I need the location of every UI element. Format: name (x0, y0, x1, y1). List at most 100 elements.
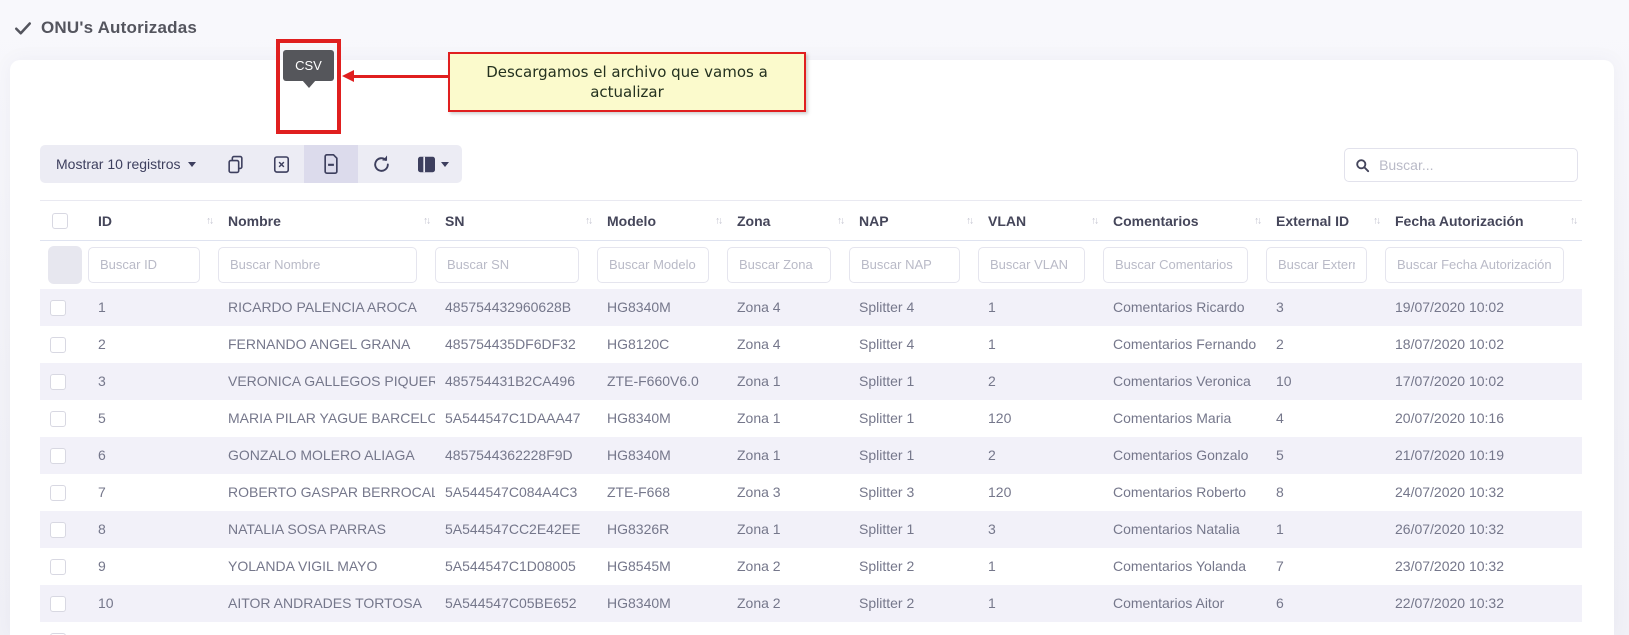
sort-icon: ↑↓ (1373, 215, 1379, 226)
cell-nap: Splitter 2 (849, 548, 978, 585)
row-checkbox-cell (40, 585, 88, 622)
cell-comentarios: Comentarios Fernando (1103, 326, 1266, 363)
filter-input-vlan[interactable] (978, 247, 1085, 283)
column-header-zona[interactable]: Zona↑↓ (727, 201, 849, 241)
cell-modelo: HG8340M (597, 622, 727, 635)
table-row: 9YOLANDA VIGIL MAYO5A544547C1D08005HG854… (40, 548, 1582, 585)
columns-icon (417, 156, 436, 173)
row-checkbox[interactable] (50, 374, 66, 390)
filter-input-id[interactable] (88, 247, 200, 283)
column-header-modelo[interactable]: Modelo↑↓ (597, 201, 727, 241)
cell-id: 5 (88, 400, 218, 437)
cell-modelo: HG8340M (597, 585, 727, 622)
cell-external_id: 5 (1266, 437, 1385, 474)
cell-vlan: 120 (978, 400, 1103, 437)
cell-external_id: 10 (1266, 363, 1385, 400)
filter-input-zona[interactable] (727, 247, 831, 283)
column-header-id[interactable]: ID↑↓ (88, 201, 218, 241)
csv-button[interactable] (304, 145, 358, 183)
row-checkbox[interactable] (50, 596, 66, 612)
cell-zona: Zona 3 (727, 474, 849, 511)
row-checkbox[interactable] (50, 522, 66, 538)
cell-modelo: ZTE-F660V6.0 (597, 363, 727, 400)
csv-tooltip-label: CSV (295, 58, 322, 73)
column-header-fecha_autorizacion[interactable]: Fecha Autorización ↑↓ (1385, 201, 1582, 241)
column-header-vlan[interactable]: VLAN↑↓ (978, 201, 1103, 241)
table-row: 3VERONICA GALLEGOS PIQUER485754431B2CA49… (40, 363, 1582, 400)
row-checkbox[interactable] (50, 485, 66, 501)
column-label: Fecha Autorización (1395, 213, 1524, 229)
row-checkbox-cell (40, 622, 88, 635)
search-input[interactable] (1379, 157, 1567, 173)
cell-nombre: FRANCISCO ANTELO VILLAR (218, 622, 435, 635)
cell-id: 3 (88, 363, 218, 400)
excel-button[interactable] (258, 145, 304, 183)
cell-comentarios: Comentarios Aitor (1103, 585, 1266, 622)
cell-zona: Zona 1 (727, 400, 849, 437)
cell-fecha_autorizacion: 22/07/2020 10:32 (1385, 585, 1582, 622)
cell-fecha_autorizacion: 23/07/2020 10:32 (1385, 548, 1582, 585)
column-header-sn[interactable]: SN↑↓ (435, 201, 597, 241)
page-title: ONU's Autorizadas (14, 18, 197, 38)
cell-fecha_autorizacion: 17/07/2020 10:02 (1385, 363, 1582, 400)
cell-vlan: 1 (978, 289, 1103, 326)
row-checkbox-cell (40, 437, 88, 474)
sort-icon: ↑↓ (1091, 215, 1097, 226)
row-checkbox-cell (40, 548, 88, 585)
cell-fecha_autorizacion: 25/07/2020 10:32 (1385, 622, 1582, 635)
cell-sn: 5A544547CC2E42EE (435, 511, 597, 548)
filter-input-modelo[interactable] (597, 247, 709, 283)
row-checkbox-cell (40, 326, 88, 363)
filter-input-fecha_autorizacion[interactable] (1385, 247, 1564, 283)
cell-comentarios: Comentarios Veronica (1103, 363, 1266, 400)
cell-comentarios: Comentarios Maria (1103, 400, 1266, 437)
row-checkbox[interactable] (50, 559, 66, 575)
reload-icon (372, 155, 391, 174)
cell-vlan: 1 (978, 585, 1103, 622)
cell-vlan: 2 (978, 437, 1103, 474)
filter-input-comentarios[interactable] (1103, 247, 1248, 283)
row-checkbox[interactable] (50, 448, 66, 464)
copy-button[interactable] (212, 145, 258, 183)
cell-comentarios: Comentarios Yolanda (1103, 548, 1266, 585)
table-row: 6GONZALO MOLERO ALIAGA4857544362228F9DHG… (40, 437, 1582, 474)
cell-id: 2 (88, 326, 218, 363)
filter-cell-fecha_autorizacion (1385, 241, 1582, 289)
column-label: NAP (859, 213, 889, 229)
cell-vlan: 3 (978, 511, 1103, 548)
row-checkbox[interactable] (50, 300, 66, 316)
column-header-external_id[interactable]: External ID↑↓ (1266, 201, 1385, 241)
filter-input-nap[interactable] (849, 247, 960, 283)
cell-comentarios: Comentarios Ricardo (1103, 289, 1266, 326)
filter-cell-nombre (218, 241, 435, 289)
sort-icon: ↑↓ (1570, 215, 1576, 226)
select-all-header (40, 201, 88, 241)
row-checkbox[interactable] (50, 411, 66, 427)
onus-table: ID↑↓Nombre↑↓SN↑↓Modelo↑↓Zona↑↓NAP↑↓VLAN↑… (40, 200, 1582, 635)
cell-zona: Zona 1 (727, 363, 849, 400)
cell-zona: Zona 2 (727, 585, 849, 622)
row-checkbox[interactable] (50, 337, 66, 353)
filter-input-sn[interactable] (435, 247, 579, 283)
filter-input-nombre[interactable] (218, 247, 417, 283)
page-length-select[interactable]: Mostrar 10 registros (40, 145, 212, 183)
select-all-checkbox[interactable] (52, 213, 68, 229)
cell-modelo: ZTE-F668 (597, 474, 727, 511)
filter-cell-modelo (597, 241, 727, 289)
column-header-nombre[interactable]: Nombre↑↓ (218, 201, 435, 241)
reload-button[interactable] (358, 145, 404, 183)
cell-sn: 4857544362228F9D (435, 437, 597, 474)
column-header-comentarios[interactable]: Comentarios↑↓ (1103, 201, 1266, 241)
sort-icon: ↑↓ (837, 215, 843, 226)
cell-fecha_autorizacion: 18/07/2020 10:02 (1385, 326, 1582, 363)
filter-input-external_id[interactable] (1266, 247, 1367, 283)
column-header-nap[interactable]: NAP↑↓ (849, 201, 978, 241)
cell-sn: 485754432960628B (435, 289, 597, 326)
check-icon (14, 19, 32, 37)
cell-fecha_autorizacion: 21/07/2020 10:19 (1385, 437, 1582, 474)
cell-modelo: HG8340M (597, 289, 727, 326)
table-row: 11FRANCISCO ANTELO VILLAR5A544547CA1B341… (40, 622, 1582, 635)
cell-nap: Splitter 2 (849, 622, 978, 635)
cell-id: 6 (88, 437, 218, 474)
column-visibility-button[interactable] (404, 145, 462, 183)
